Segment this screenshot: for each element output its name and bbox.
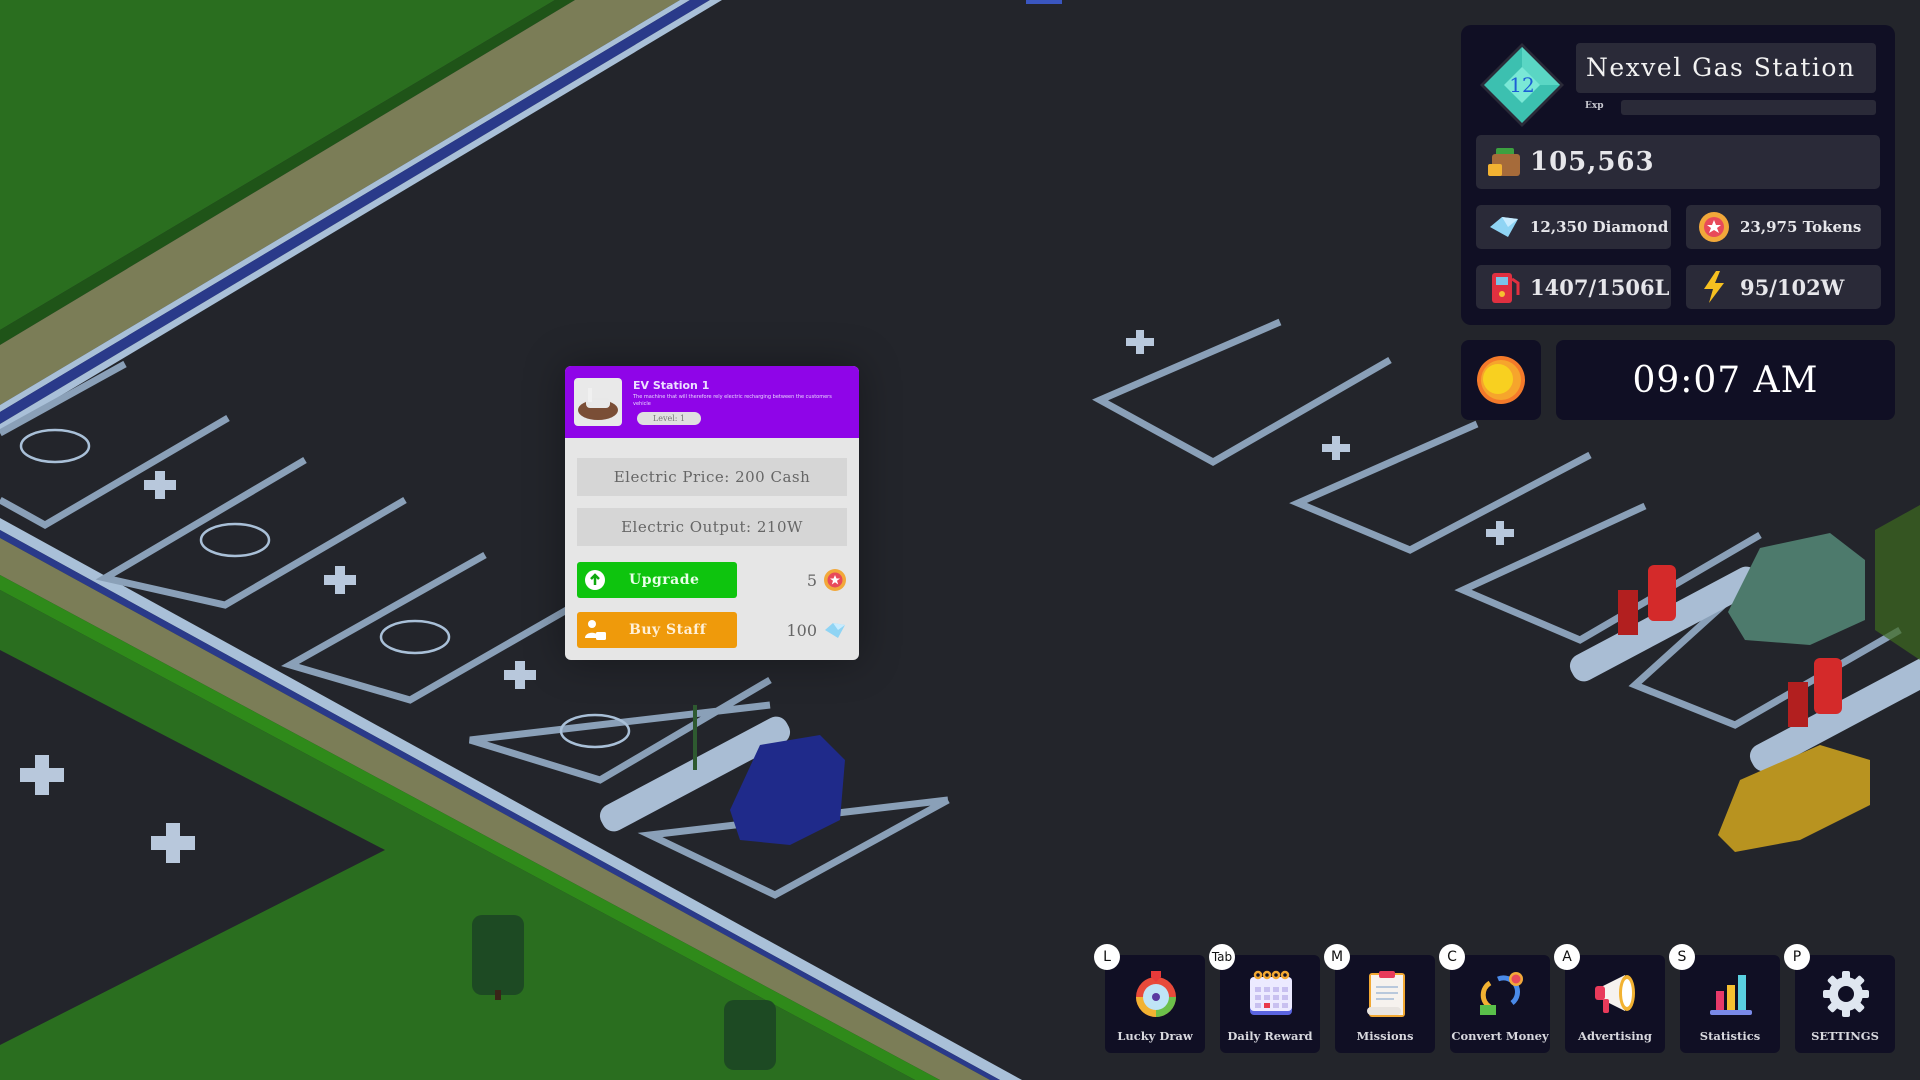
- upgrade-button[interactable]: Upgrade: [577, 562, 737, 598]
- tree: [472, 915, 524, 995]
- popup-level-badge: Level: 1: [637, 412, 701, 425]
- upgrade-label: Upgrade: [629, 572, 700, 588]
- token-icon: [1699, 212, 1729, 242]
- clock-time: 09:07 AM: [1632, 359, 1819, 401]
- daily-reward-hotkey: Tab: [1209, 944, 1235, 970]
- station-name: Nexvel Gas Station: [1586, 53, 1856, 82]
- daily-reward-label: Daily Reward: [1227, 1029, 1313, 1043]
- wallet-icon: [1488, 148, 1520, 176]
- diamond-counter: 12,350 Diamond: [1476, 205, 1671, 249]
- exp-progress-bar: [1621, 100, 1876, 115]
- token-icon: [824, 569, 846, 591]
- cash-amount: 105,563: [1530, 147, 1655, 177]
- statistics-button[interactable]: Statistics: [1680, 955, 1780, 1053]
- lucky-draw-button[interactable]: Lucky Draw: [1105, 955, 1205, 1053]
- advertising-label: Advertising: [1578, 1029, 1652, 1043]
- lucky-draw-label: Lucky Draw: [1117, 1029, 1193, 1043]
- electric-output: Electric Output: 210W: [577, 508, 847, 546]
- daily-reward-button[interactable]: Daily Reward: [1220, 955, 1320, 1053]
- convert-money-hotkey: C: [1439, 944, 1465, 970]
- buy-staff-label: Buy Staff: [629, 622, 707, 638]
- statistics-label: Statistics: [1699, 1029, 1761, 1043]
- power-amount: 95/102W: [1740, 274, 1845, 300]
- exp-label: Exp: [1585, 101, 1604, 111]
- ev-station-popup: EV Station 1 The machine that will there…: [565, 366, 859, 660]
- tree: [724, 1000, 776, 1070]
- fuel-counter: 1407/1506L: [1476, 265, 1671, 309]
- diamond-icon: [1490, 217, 1518, 237]
- gear-icon: [1823, 971, 1869, 1017]
- game-clock: 09:07 AM: [1556, 340, 1895, 420]
- clipboard-icon: [1367, 971, 1405, 1017]
- popup-header: EV Station 1 The machine that will there…: [565, 366, 859, 438]
- lightning-icon: [1704, 271, 1724, 303]
- upgrade-cost: 5: [807, 562, 847, 598]
- lucky-wheel-icon: [1136, 971, 1176, 1017]
- diamond-amount: 12,350 Diamond: [1530, 218, 1669, 236]
- ev-station-thumbnail: [574, 378, 622, 426]
- tokens-counter: 23,975 Tokens: [1686, 205, 1881, 249]
- staff-icon: [585, 620, 606, 640]
- ev-charger-icon: [578, 388, 618, 420]
- statistics-hotkey: S: [1669, 944, 1695, 970]
- weather-indicator: [1461, 340, 1541, 420]
- lucky-draw-hotkey: L: [1094, 944, 1120, 970]
- tokens-amount: 23,975 Tokens: [1740, 218, 1862, 236]
- fuel-amount: 1407/1506L: [1530, 274, 1670, 300]
- sun-icon: [1477, 356, 1525, 404]
- cash-counter: 105,563: [1476, 135, 1880, 189]
- settings-hotkey: P: [1784, 944, 1810, 970]
- fuel-pump-icon: [1492, 273, 1520, 303]
- power-counter: 95/102W: [1686, 265, 1881, 309]
- advertising-hotkey: A: [1554, 944, 1580, 970]
- buy-staff-cost-amount: 100: [786, 620, 817, 640]
- settings-button[interactable]: SETTINGS: [1795, 955, 1895, 1053]
- diamond-icon: [825, 623, 845, 638]
- station-name-box: Nexvel Gas Station: [1576, 43, 1876, 93]
- buy-staff-cost: 100: [786, 612, 847, 648]
- popup-description: The machine that will therefore rely ele…: [633, 394, 832, 407]
- station-status-panel: 12 Nexvel Gas Station Exp 105,563 12,350…: [1461, 25, 1895, 325]
- arrow-up-circle-icon: [585, 570, 605, 590]
- calendar-icon: [1250, 970, 1292, 1015]
- staff-worker: [1618, 590, 1638, 635]
- convert-money-button[interactable]: Convert Money: [1450, 955, 1550, 1053]
- level-badge: 12: [1478, 41, 1566, 129]
- fuel-pump: [1814, 658, 1842, 714]
- settings-label: SETTINGS: [1811, 1029, 1879, 1043]
- missions-label: Missions: [1356, 1029, 1414, 1043]
- advertising-button[interactable]: Advertising: [1565, 955, 1665, 1053]
- upgrade-cost-amount: 5: [806, 570, 817, 590]
- convert-money-label: Convert Money: [1451, 1029, 1549, 1043]
- megaphone-icon: [1595, 975, 1635, 1013]
- missions-button[interactable]: Missions: [1335, 955, 1435, 1053]
- level-number: 12: [1509, 73, 1535, 97]
- staff-worker: [1788, 682, 1808, 727]
- bar-chart-icon: [1710, 975, 1752, 1015]
- convert-icon: [1480, 972, 1523, 1015]
- electric-price: Electric Price: 200 Cash: [577, 458, 847, 496]
- popup-title: EV Station 1: [633, 379, 710, 392]
- missions-hotkey: M: [1324, 944, 1350, 970]
- buy-staff-button[interactable]: Buy Staff: [577, 612, 737, 648]
- fuel-pump: [1648, 565, 1676, 621]
